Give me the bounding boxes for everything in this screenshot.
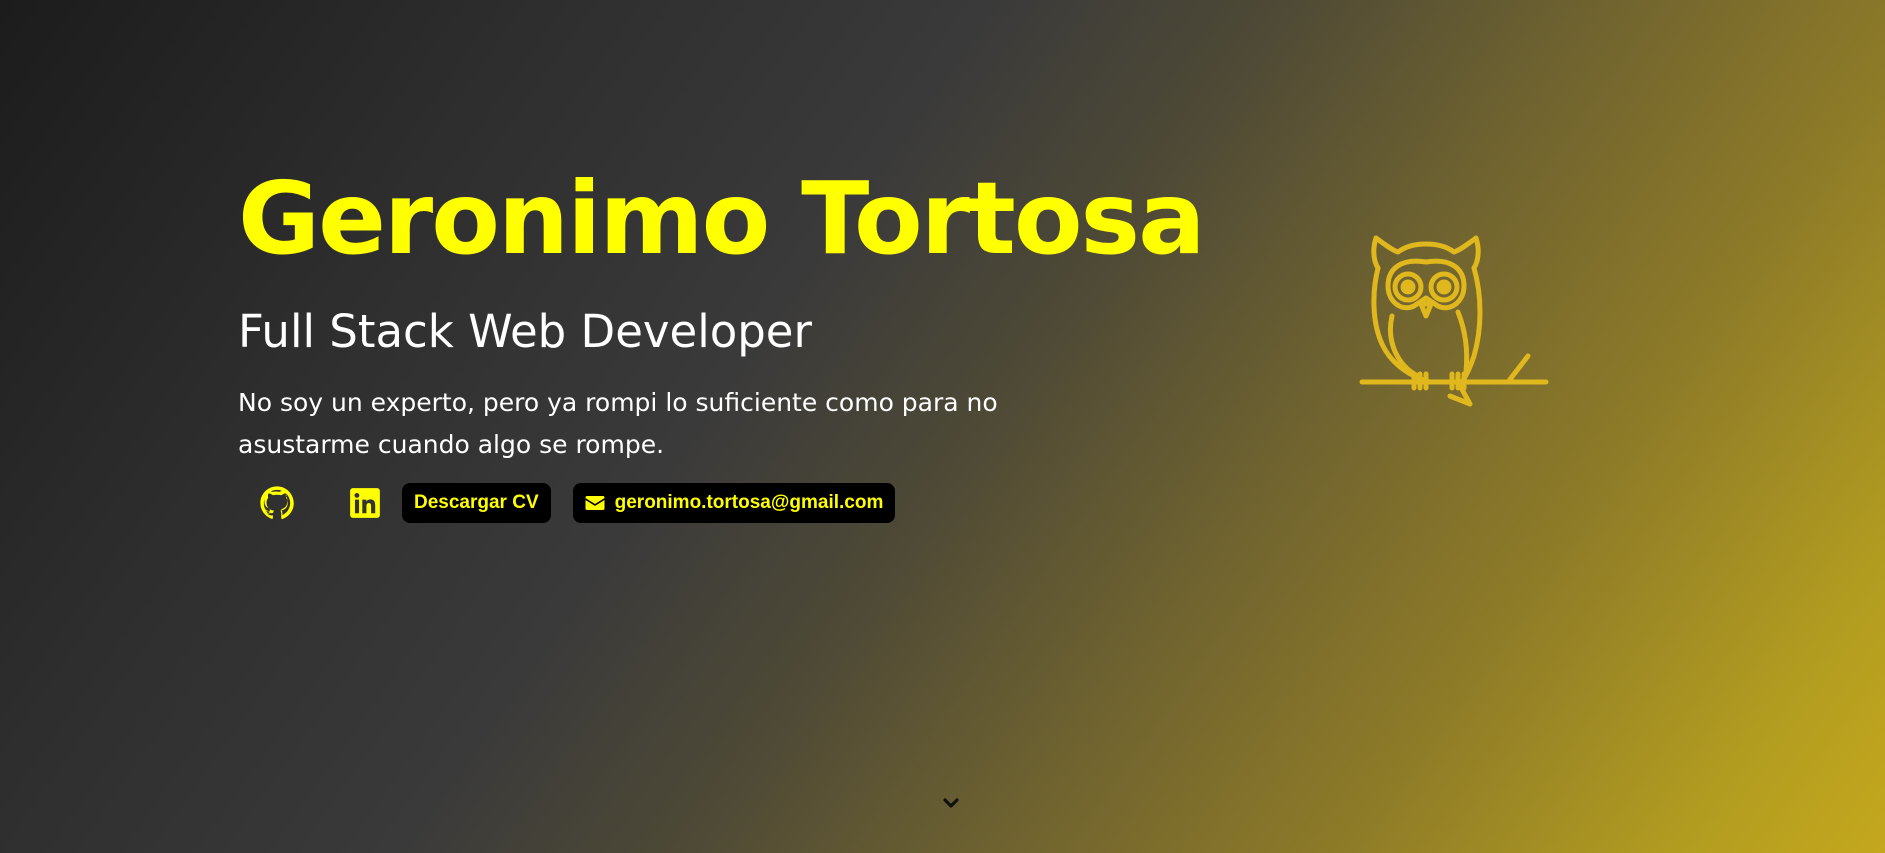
linkedin-link[interactable] xyxy=(344,482,386,524)
page-title: Geronimo Tortosa xyxy=(238,160,1206,277)
github-link[interactable] xyxy=(256,482,298,524)
action-row: Descargar CV geronimo.tortosa@gmail.com xyxy=(238,482,1138,524)
envelope-icon xyxy=(585,496,605,510)
owl-icon xyxy=(1359,235,1549,407)
chevron-down-icon[interactable] xyxy=(942,796,960,810)
linkedin-icon xyxy=(350,488,380,518)
download-cv-button[interactable]: Descargar CV xyxy=(402,483,551,523)
hero-section: Geronimo Tortosa Full Stack Web Develope… xyxy=(238,160,1206,524)
email-label: geronimo.tortosa@gmail.com xyxy=(614,492,884,513)
github-icon xyxy=(260,486,294,520)
bio-text: No soy un experto, pero ya rompi lo sufi… xyxy=(238,388,998,459)
job-title: Full Stack Web Developer xyxy=(238,305,812,358)
email-button[interactable]: geronimo.tortosa@gmail.com xyxy=(572,483,896,523)
